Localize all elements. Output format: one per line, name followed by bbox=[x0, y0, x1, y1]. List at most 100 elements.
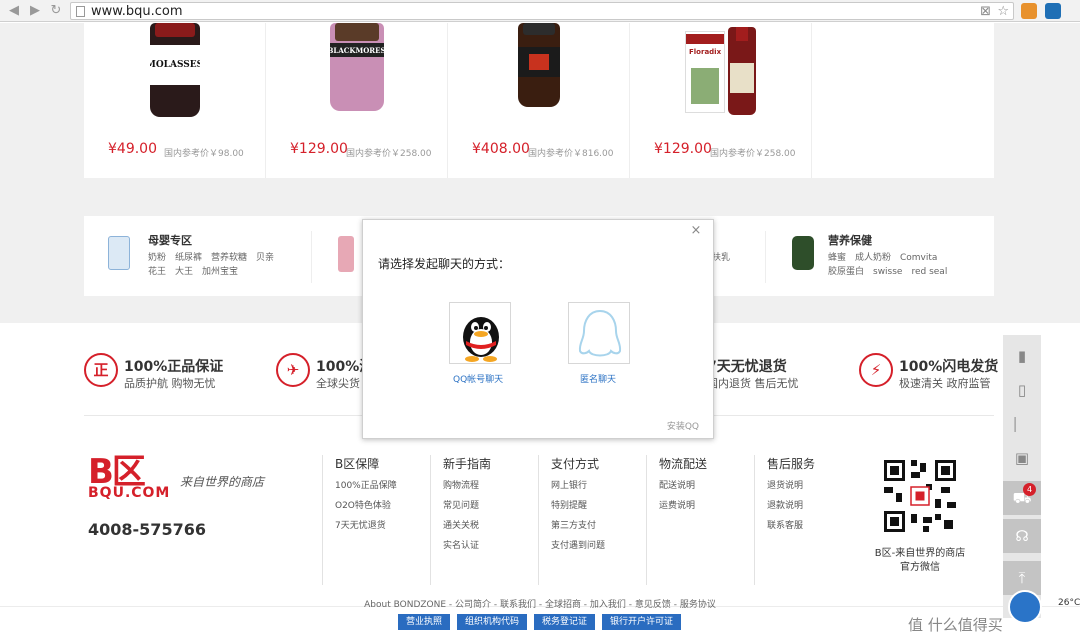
product-box: Floradix bbox=[685, 31, 725, 113]
footer-link[interactable]: 第三方支付 bbox=[551, 521, 605, 531]
footer-col-title: 新手指南 bbox=[443, 457, 492, 471]
lightning-icon: ⚡ bbox=[859, 353, 893, 387]
page-action-icon[interactable]: ⊠ bbox=[980, 4, 991, 20]
arrow-left-icon[interactable]: ◀ bbox=[6, 3, 22, 19]
feature-subtitle: 品质护航 购物无忧 bbox=[124, 377, 216, 390]
footer-col-guide: 新手指南 购物流程 常见问题 通关关税 实名认证 bbox=[430, 455, 491, 585]
footer-link[interactable]: 特别提醒 bbox=[551, 501, 605, 511]
product-bottle bbox=[728, 27, 756, 115]
category-links[interactable]: 蜂蜜 成人奶粉 Comvita bbox=[828, 250, 937, 263]
qq-account-chat-label[interactable]: QQ帐号聊天 bbox=[453, 372, 503, 385]
product-price: ¥408.00 bbox=[472, 141, 530, 157]
cosmetics-icon[interactable]: ▯ bbox=[1003, 373, 1041, 407]
genuine-icon: 正 bbox=[84, 353, 118, 387]
watermark: 值 什么值得买 bbox=[908, 616, 1003, 634]
footer-col-title: 物流配送 bbox=[659, 457, 708, 471]
browser-toolbar: ◀ ▶ ↻ www.bqu.com ⊠ ☆ bbox=[0, 0, 1080, 22]
qr-code bbox=[881, 457, 959, 535]
category-title[interactable]: 母婴专区 bbox=[148, 232, 192, 248]
footer-link[interactable]: O2O特色体验 bbox=[335, 501, 397, 511]
license-badge[interactable]: 税务登记证 bbox=[534, 614, 596, 630]
footer-link[interactable]: 退款说明 bbox=[767, 501, 815, 511]
product-card[interactable]: ¥408.00 国内参考价￥816.00 bbox=[448, 23, 630, 178]
cart-count: 4 bbox=[1023, 483, 1036, 496]
footer-link[interactable]: 网上银行 bbox=[551, 481, 605, 491]
install-qq-link[interactable]: 安装QQ bbox=[667, 419, 699, 432]
hotline: 4008-575766 bbox=[88, 520, 206, 539]
footer-link[interactable]: 100%正品保障 bbox=[335, 481, 397, 491]
anonymous-penguin-icon bbox=[578, 309, 622, 357]
footer-link[interactable]: 通关关税 bbox=[443, 521, 491, 531]
product-card[interactable]: BLACKMORES ¥129.00 国内参考价￥258.00 bbox=[266, 23, 448, 178]
brand-slogan: 来自世界的商店 bbox=[180, 475, 265, 489]
footer-link[interactable]: 常见问题 bbox=[443, 501, 491, 511]
category-image[interactable] bbox=[108, 236, 130, 270]
address-bar[interactable]: www.bqu.com ⊠ ☆ bbox=[70, 2, 1014, 20]
brush-icon[interactable]: ⎸ bbox=[1003, 407, 1041, 441]
floating-badge[interactable] bbox=[1008, 590, 1042, 624]
dialog-title: 请选择发起聊天的方式： bbox=[378, 257, 511, 271]
product-row: MOLASSES ¥49.00 国内参考价￥98.00 BLACKMORES ¥… bbox=[84, 23, 994, 178]
category-links[interactable]: 扶乳 bbox=[712, 250, 730, 263]
category-title[interactable]: 营养保健 bbox=[828, 232, 872, 248]
right-sidebar: ▮ ▯ ⎸ ▣ ⛟ 4 ☊ ⤒ bbox=[1003, 335, 1041, 618]
qr-caption-line: 官方微信 bbox=[900, 562, 940, 573]
footer-link[interactable]: 支付遇到问题 bbox=[551, 541, 605, 551]
bottle-icon[interactable]: ▮ bbox=[1003, 339, 1041, 373]
product-image[interactable]: BLACKMORES bbox=[329, 23, 384, 111]
footer-col-title: 售后服务 bbox=[767, 457, 816, 471]
star-icon[interactable]: ☆ bbox=[997, 4, 1009, 20]
feature-title: 100%闪电发货 bbox=[899, 359, 999, 375]
qr-caption-line: B区-来自世界的商店 bbox=[874, 548, 966, 559]
weather-widget: 26°C bbox=[1058, 598, 1080, 608]
feature-subtitle: 国内退货 售后无忧 bbox=[707, 377, 799, 390]
footer-col-payment: 支付方式 网上银行 特别提醒 第三方支付 支付遇到问题 bbox=[538, 455, 605, 585]
footer-link[interactable]: 配送说明 bbox=[659, 481, 707, 491]
license-badge[interactable]: 组织机构代码 bbox=[457, 614, 528, 630]
footer-link[interactable]: 联系客服 bbox=[767, 521, 815, 531]
product-ref-price: 国内参考价￥816.00 bbox=[528, 149, 614, 159]
extension-icon[interactable] bbox=[1021, 3, 1037, 19]
category-links[interactable]: 花王 大王 加州宝宝 bbox=[148, 264, 238, 277]
product-card[interactable]: MOLASSES ¥49.00 国内参考价￥98.00 bbox=[84, 23, 266, 178]
qq-account-chat-button[interactable] bbox=[449, 302, 511, 364]
qq-penguin-icon bbox=[463, 317, 499, 362]
footer-col-aftersales: 售后服务 退货说明 退款说明 联系客服 bbox=[754, 455, 815, 585]
bottom-links[interactable]: About BONDZONE - 公司简介 - 联系我们 - 全球招商 - 加入… bbox=[0, 597, 1080, 610]
category-image[interactable] bbox=[792, 236, 814, 270]
anonymous-chat-button[interactable] bbox=[568, 302, 630, 364]
product-ref-price: 国内参考价￥258.00 bbox=[346, 149, 432, 159]
product-image[interactable] bbox=[517, 23, 560, 107]
close-icon[interactable]: × bbox=[689, 224, 703, 238]
divider bbox=[311, 231, 312, 283]
category-image[interactable] bbox=[338, 236, 354, 272]
footer-link[interactable]: 实名认证 bbox=[443, 541, 491, 551]
anonymous-chat-label[interactable]: 匿名聊天 bbox=[580, 372, 616, 385]
product-card[interactable]: Floradix ¥129.00 国内参考价￥258.00 bbox=[630, 23, 812, 178]
footer-col-title: B区保障 bbox=[335, 457, 380, 471]
page: MOLASSES ¥49.00 国内参考价￥98.00 BLACKMORES ¥… bbox=[0, 23, 1080, 634]
url-text[interactable]: www.bqu.com bbox=[91, 3, 182, 20]
can-icon[interactable]: ▣ bbox=[1003, 441, 1041, 475]
product-image[interactable]: MOLASSES bbox=[149, 23, 200, 117]
footer-link[interactable]: 运费说明 bbox=[659, 501, 707, 511]
extension-icon-2[interactable] bbox=[1045, 3, 1061, 19]
license-badge[interactable]: 银行开户许可证 bbox=[602, 614, 682, 630]
reload-icon[interactable]: ↻ bbox=[48, 3, 64, 19]
cart-button[interactable]: ⛟ 4 bbox=[1003, 481, 1041, 515]
footer-link[interactable]: 退货说明 bbox=[767, 481, 815, 491]
brand-logo[interactable]: B区 bbox=[88, 455, 170, 489]
category-links[interactable]: 胶原蛋白 swisse red seal bbox=[828, 264, 947, 277]
arrow-right-icon[interactable]: ▶ bbox=[27, 3, 43, 19]
footer-col-title: 支付方式 bbox=[551, 457, 600, 471]
feature-subtitle: 极速清关 政府监管 bbox=[899, 377, 991, 390]
feature-title: 100%正品保证 bbox=[124, 359, 224, 375]
license-badge[interactable]: 营业执照 bbox=[398, 614, 451, 630]
category-links[interactable]: 奶粉 纸尿裤 营养软糖 贝亲 bbox=[148, 250, 274, 263]
brand-name: BQU.COM bbox=[88, 485, 171, 501]
headset-icon[interactable]: ☊ bbox=[1003, 519, 1041, 553]
footer-link[interactable]: 7天无忧退货 bbox=[335, 521, 397, 531]
footer-link[interactable]: 购物流程 bbox=[443, 481, 491, 491]
license-badges: 营业执照 组织机构代码 税务登记证 银行开户许可证 bbox=[398, 614, 682, 630]
qr-caption: B区-来自世界的商店 官方微信 bbox=[850, 547, 990, 575]
